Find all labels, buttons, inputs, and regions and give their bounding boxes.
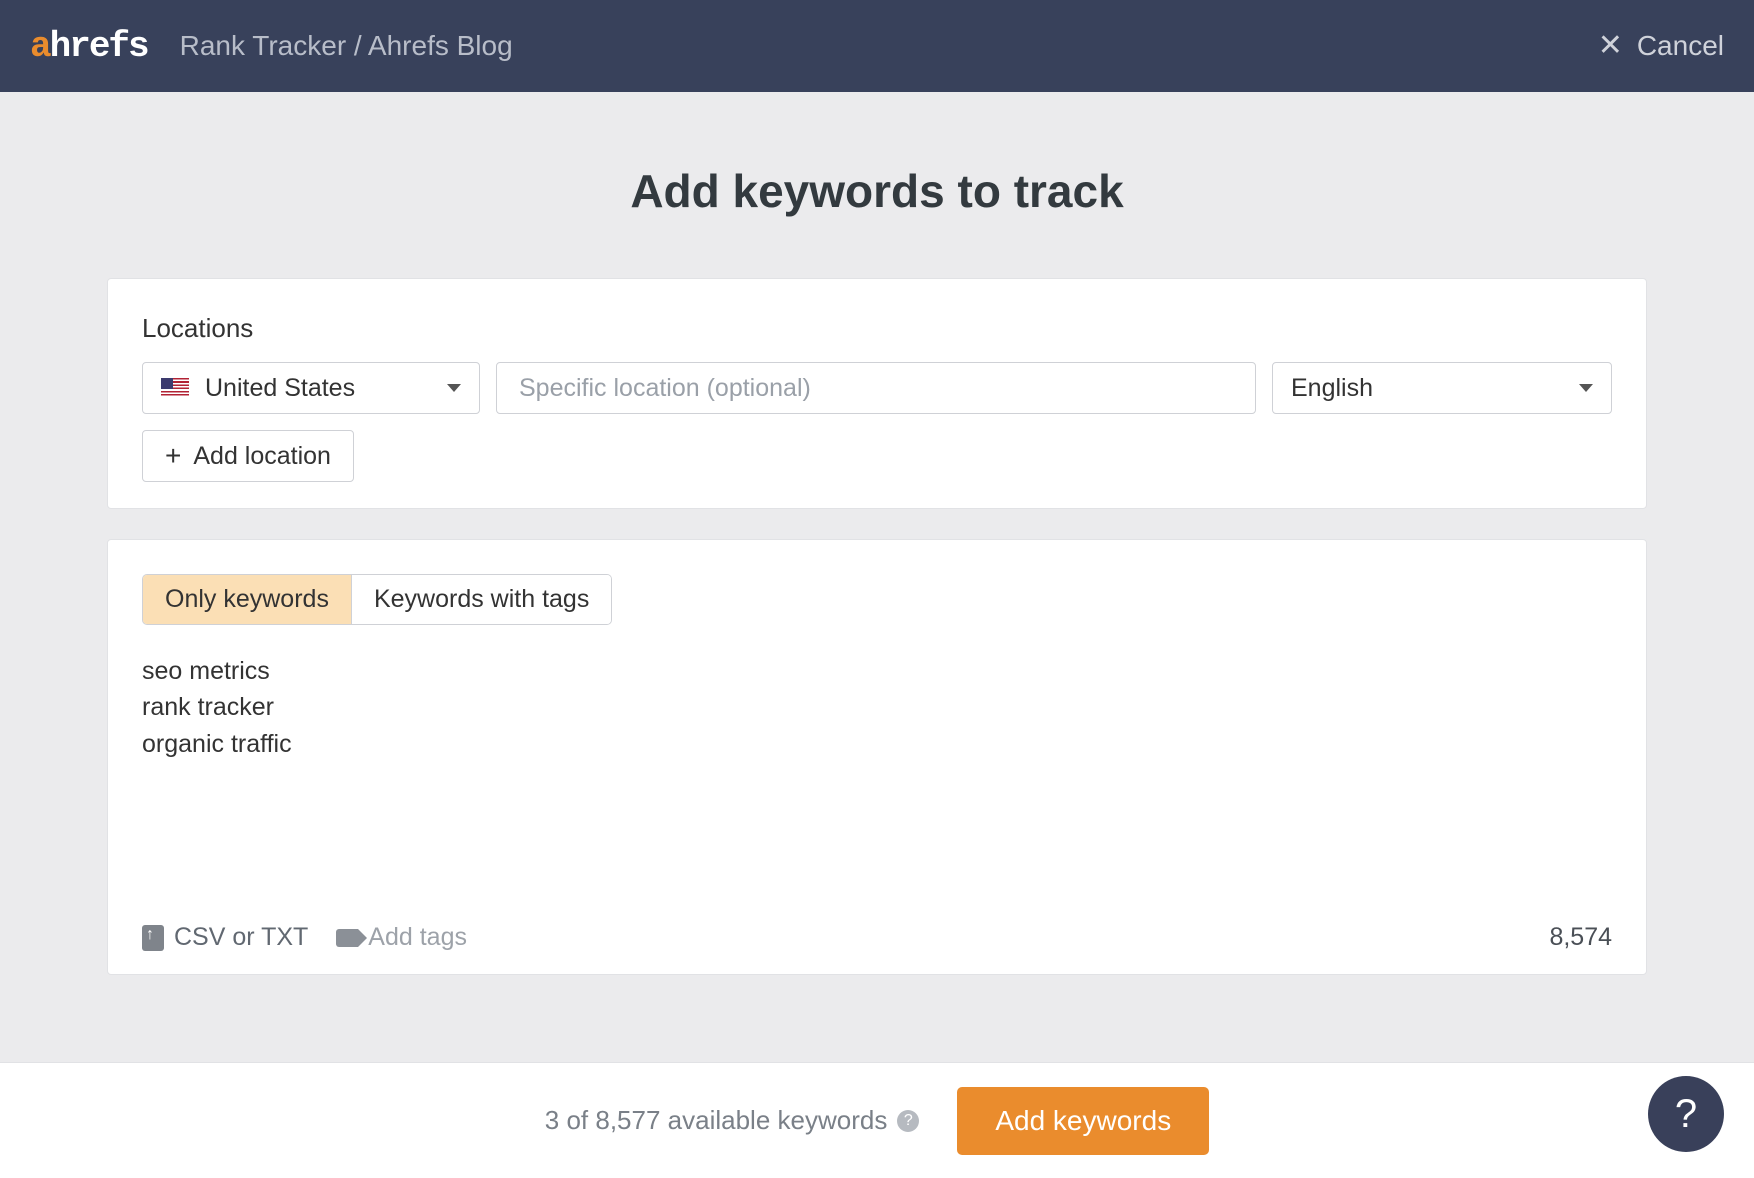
tab-only-keywords[interactable]: Only keywords [143,575,352,624]
add-tags-label: Add tags [368,923,467,952]
cancel-button[interactable]: ✕ Cancel [1598,30,1724,62]
keywords-textarea[interactable]: seo metrics rank tracker organic traffic [142,653,1612,803]
country-value: United States [205,374,355,403]
cancel-label: Cancel [1637,30,1724,62]
add-keywords-button[interactable]: Add keywords [957,1087,1209,1155]
keywords-card: Only keywords Keywords with tags seo met… [107,539,1647,975]
locations-row: United States English [142,362,1612,414]
help-fab[interactable]: ? [1648,1076,1724,1152]
info-icon[interactable]: ? [897,1110,919,1132]
tag-icon [336,929,358,947]
add-location-label: Add location [193,442,331,471]
add-tags-button[interactable]: Add tags [336,923,467,952]
card-bottom-row: CSV or TXT Add tags 8,574 [142,923,1612,952]
bottom-left: CSV or TXT Add tags [142,923,467,952]
remaining-count: 8,574 [1549,923,1612,952]
chevron-down-icon [447,384,461,392]
available-keywords-text: 3 of 8,577 available keywords ? [545,1105,920,1136]
tabs: Only keywords Keywords with tags [142,574,612,625]
tab-keywords-with-tags[interactable]: Keywords with tags [352,575,611,624]
keyword-line: seo metrics [142,653,1612,689]
specific-location-input[interactable] [496,362,1256,414]
plus-icon: + [165,440,181,472]
country-select[interactable]: United States [142,362,480,414]
logo[interactable]: ahrefs [30,26,148,67]
footer-bar: 3 of 8,577 available keywords ? Add keyw… [0,1062,1754,1178]
header-left: ahrefs Rank Tracker / Ahrefs Blog [30,26,513,67]
add-location-button[interactable]: + Add location [142,430,354,482]
language-value: English [1291,374,1373,403]
close-icon: ✕ [1598,31,1623,61]
upload-icon [142,925,164,951]
csv-label: CSV or TXT [174,923,308,952]
page-title: Add keywords to track [0,164,1754,218]
available-text: 3 of 8,577 available keywords [545,1105,888,1136]
header-bar: ahrefs Rank Tracker / Ahrefs Blog ✕ Canc… [0,0,1754,92]
locations-card: Locations United States English + Add lo… [107,278,1647,509]
logo-a: a [30,26,50,67]
locations-label: Locations [142,313,1612,344]
keyword-line: rank tracker [142,689,1612,725]
keyword-line: organic traffic [142,726,1612,762]
language-select[interactable]: English [1272,362,1612,414]
breadcrumb[interactable]: Rank Tracker / Ahrefs Blog [180,30,513,62]
logo-rest: hrefs [50,26,148,67]
chevron-down-icon [1579,384,1593,392]
us-flag-icon [161,378,189,398]
upload-csv-button[interactable]: CSV or TXT [142,923,308,952]
